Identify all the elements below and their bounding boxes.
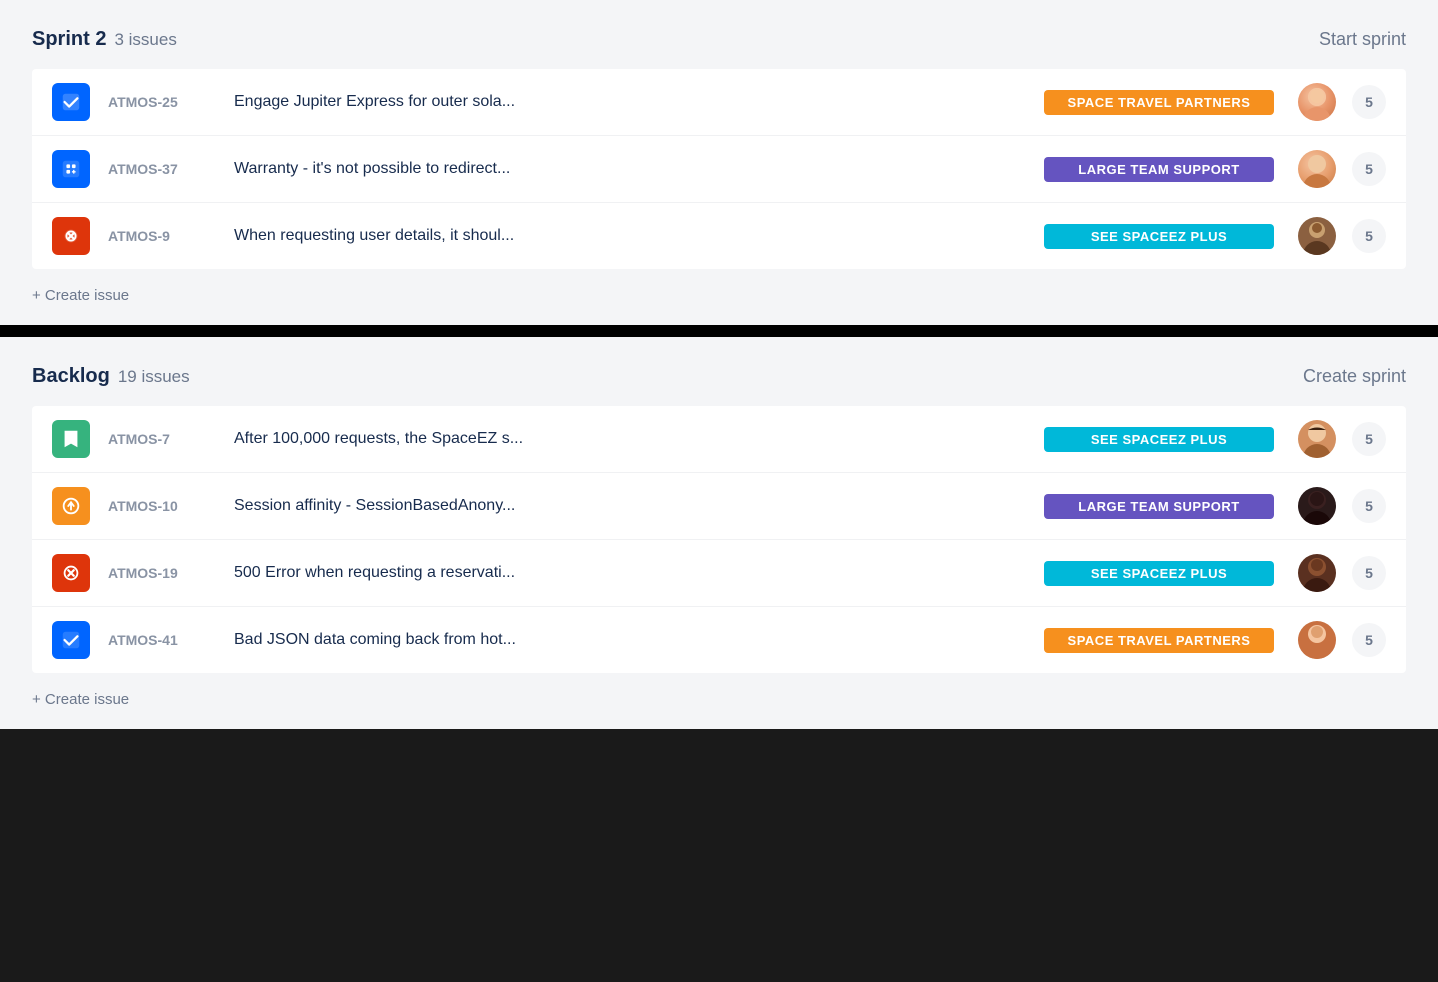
issue-icon-story (52, 420, 90, 458)
issue-summary: When requesting user details, it shoul..… (234, 227, 1020, 245)
avatar (1298, 83, 1336, 121)
issue-key: ATMOS-41 (108, 632, 218, 648)
story-points: 5 (1352, 219, 1386, 253)
avatar (1298, 554, 1336, 592)
issue-label[interactable]: SPACE TRAVEL PARTNERS (1044, 90, 1274, 115)
sprint-panel: Sprint 2 3 issues Start sprint ATMOS-25 … (0, 0, 1438, 325)
issue-key: ATMOS-25 (108, 94, 218, 110)
issue-summary: Warranty - it's not possible to redirect… (234, 160, 1020, 178)
issue-key: ATMOS-7 (108, 431, 218, 447)
backlog-issues-table: ATMOS-7 After 100,000 requests, the Spac… (32, 406, 1406, 673)
backlog-header: Backlog 19 issues Create sprint (32, 365, 1406, 388)
avatar (1298, 217, 1336, 255)
issue-key: ATMOS-9 (108, 228, 218, 244)
create-issue-button-backlog[interactable]: + Create issue (32, 691, 129, 708)
issue-summary: After 100,000 requests, the SpaceEZ s... (234, 430, 1020, 448)
issue-icon-improvement (52, 487, 90, 525)
story-points: 5 (1352, 556, 1386, 590)
table-row[interactable]: ATMOS-9 When requesting user details, it… (32, 203, 1406, 269)
table-row[interactable]: ATMOS-10 Session affinity - SessionBased… (32, 473, 1406, 540)
issue-label[interactable]: SEE SPACEEZ PLUS (1044, 427, 1274, 452)
backlog-title: Backlog 19 issues (32, 365, 190, 388)
issue-summary: 500 Error when requesting a reservati... (234, 564, 1020, 582)
table-row[interactable]: ATMOS-7 After 100,000 requests, the Spac… (32, 406, 1406, 473)
avatar (1298, 150, 1336, 188)
sprint-header: Sprint 2 3 issues Start sprint (32, 28, 1406, 51)
issue-summary: Session affinity - SessionBasedAnony... (234, 497, 1020, 515)
story-points: 5 (1352, 489, 1386, 523)
avatar (1298, 420, 1336, 458)
table-row[interactable]: ATMOS-25 Engage Jupiter Express for oute… (32, 69, 1406, 136)
sprint-title: Sprint 2 3 issues (32, 28, 177, 51)
story-points: 5 (1352, 152, 1386, 186)
create-sprint-button[interactable]: Create sprint (1303, 366, 1406, 387)
issue-icon-subtask (52, 150, 90, 188)
issue-icon-bug (52, 554, 90, 592)
issue-key: ATMOS-37 (108, 161, 218, 177)
table-row[interactable]: ATMOS-41 Bad JSON data coming back from … (32, 607, 1406, 673)
issue-icon-done (52, 621, 90, 659)
sprint-issues-table: ATMOS-25 Engage Jupiter Express for oute… (32, 69, 1406, 269)
issue-label[interactable]: LARGE TEAM SUPPORT (1044, 494, 1274, 519)
panel-divider (0, 325, 1438, 337)
story-points: 5 (1352, 623, 1386, 657)
create-issue-button[interactable]: + Create issue (32, 287, 129, 304)
issue-label[interactable]: SPACE TRAVEL PARTNERS (1044, 628, 1274, 653)
issue-summary: Bad JSON data coming back from hot... (234, 631, 1020, 649)
issue-label[interactable]: SEE SPACEEZ PLUS (1044, 224, 1274, 249)
start-sprint-button[interactable]: Start sprint (1319, 29, 1406, 50)
issue-summary: Engage Jupiter Express for outer sola... (234, 93, 1020, 111)
avatar (1298, 487, 1336, 525)
issue-icon-bug (52, 217, 90, 255)
table-row[interactable]: ATMOS-19 500 Error when requesting a res… (32, 540, 1406, 607)
issue-key: ATMOS-19 (108, 565, 218, 581)
avatar (1298, 621, 1336, 659)
issue-label[interactable]: LARGE TEAM SUPPORT (1044, 157, 1274, 182)
table-row[interactable]: ATMOS-37 Warranty - it's not possible to… (32, 136, 1406, 203)
issue-label[interactable]: SEE SPACEEZ PLUS (1044, 561, 1274, 586)
backlog-panel: Backlog 19 issues Create sprint ATMOS-7 … (0, 337, 1438, 729)
issue-key: ATMOS-10 (108, 498, 218, 514)
issue-icon-done (52, 83, 90, 121)
story-points: 5 (1352, 85, 1386, 119)
story-points: 5 (1352, 422, 1386, 456)
